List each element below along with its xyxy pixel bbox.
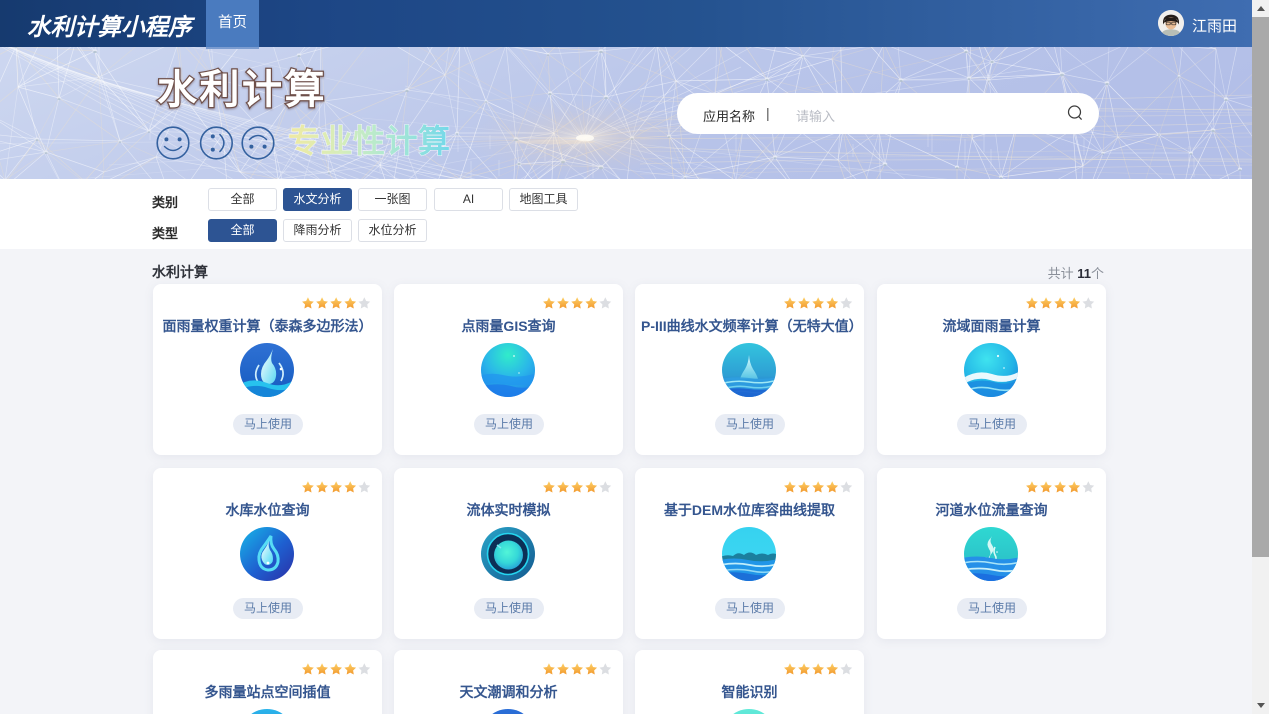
svg-text:专业性计算: 专业性计算 <box>288 123 451 159</box>
svg-text:水利计算: 水利计算 <box>157 68 327 112</box>
